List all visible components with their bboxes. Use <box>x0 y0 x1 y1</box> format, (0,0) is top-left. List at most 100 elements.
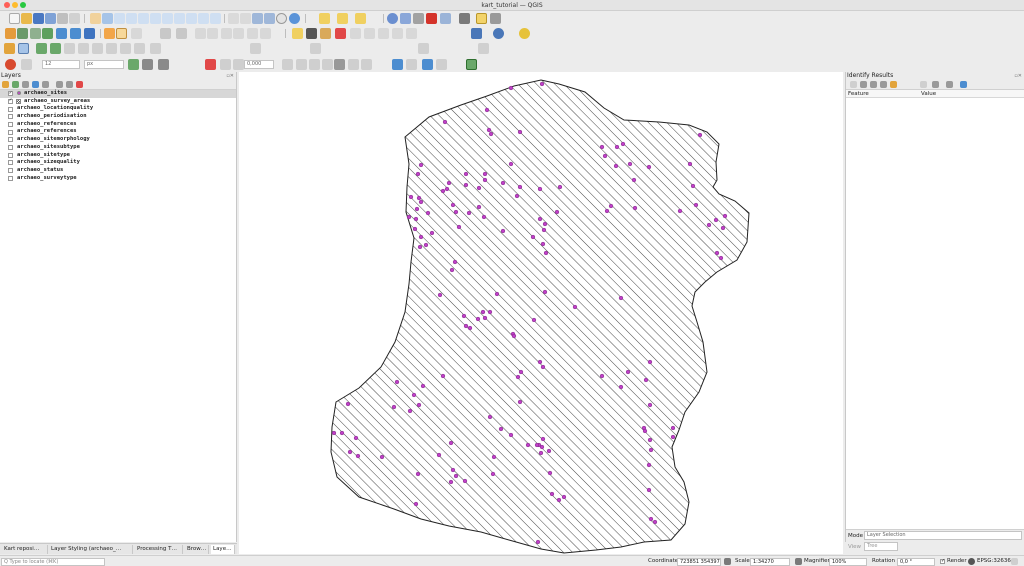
processing-toolbox-icon[interactable] <box>413 13 424 24</box>
lock-scale-icon[interactable] <box>795 558 802 565</box>
site-point[interactable] <box>542 221 548 227</box>
site-point[interactable] <box>418 234 424 240</box>
image-layer-icon[interactable] <box>466 59 477 70</box>
shape-digitize-icon[interactable] <box>310 43 321 54</box>
site-point[interactable] <box>461 313 467 319</box>
site-point[interactable] <box>647 437 653 443</box>
expand-all-icon[interactable] <box>56 81 63 88</box>
site-point[interactable] <box>530 234 536 240</box>
add-delimited-icon[interactable] <box>42 28 53 39</box>
layer-row[interactable]: archaeo_locationquality <box>0 105 236 113</box>
label-change-icon[interactable] <box>364 28 375 39</box>
print-response-icon[interactable] <box>920 81 927 88</box>
redo-icon[interactable] <box>260 28 271 39</box>
site-point[interactable] <box>627 161 633 167</box>
map-units-icon[interactable] <box>21 59 32 70</box>
site-point[interactable] <box>599 373 605 379</box>
gps-icon[interactable] <box>392 59 403 70</box>
temporal-controller-icon[interactable] <box>276 13 287 24</box>
label-show-icon[interactable] <box>392 28 403 39</box>
value-column-header[interactable]: Value <box>921 91 936 97</box>
site-point[interactable] <box>413 216 419 222</box>
edit-pencil-icon[interactable] <box>104 28 115 39</box>
label-move-icon[interactable] <box>350 28 361 39</box>
zoom-selection-icon[interactable] <box>162 13 173 24</box>
select-features-icon[interactable] <box>319 13 330 24</box>
feature-column-header[interactable]: Feature <box>848 91 869 97</box>
view-select[interactable]: Tree <box>864 542 898 551</box>
zoom-layer-icon[interactable] <box>174 13 185 24</box>
site-point[interactable] <box>714 250 720 256</box>
pin-labels-icon[interactable] <box>306 28 317 39</box>
site-point[interactable] <box>456 224 462 230</box>
site-point[interactable] <box>353 435 359 441</box>
site-point[interactable] <box>494 291 500 297</box>
map-svg[interactable] <box>239 72 843 554</box>
site-point[interactable] <box>531 317 537 323</box>
layer-row[interactable]: archaeo_sitemorphology <box>0 136 236 144</box>
site-point[interactable] <box>436 452 442 458</box>
save-project-icon[interactable] <box>33 13 44 24</box>
site-point[interactable] <box>613 163 619 169</box>
unit-select[interactable]: px <box>84 60 124 69</box>
vertex-tool-icon[interactable] <box>176 28 187 39</box>
add-ring-icon[interactable] <box>36 43 47 54</box>
site-point[interactable] <box>511 333 517 339</box>
add-wms-icon[interactable] <box>84 28 95 39</box>
site-point[interactable] <box>572 304 578 310</box>
mode-select[interactable]: Layer Selection <box>864 531 1022 540</box>
site-point[interactable] <box>631 177 637 183</box>
site-point[interactable] <box>561 494 567 500</box>
layer-visibility-checkbox[interactable] <box>8 145 13 150</box>
open-project-icon[interactable] <box>21 13 32 24</box>
add-spatialite-icon[interactable] <box>56 28 67 39</box>
site-point[interactable] <box>394 379 400 385</box>
reshape-icon[interactable] <box>64 43 75 54</box>
site-point[interactable] <box>484 107 490 113</box>
copy-feature-icon[interactable] <box>890 81 897 88</box>
layer-row[interactable]: archaeo_periodisation <box>0 113 236 121</box>
site-point[interactable] <box>476 185 482 191</box>
site-point[interactable] <box>463 182 469 188</box>
site-point[interactable] <box>412 226 418 232</box>
geometry-checker-icon[interactable] <box>422 59 433 70</box>
tab-layer-styling[interactable]: Layer Styling (archaeo_… <box>49 545 133 554</box>
site-point[interactable] <box>646 462 652 468</box>
advanced-digitize-icon[interactable] <box>142 59 153 70</box>
site-point[interactable] <box>450 202 456 208</box>
site-point[interactable] <box>437 292 443 298</box>
layout-manager-icon[interactable] <box>69 13 80 24</box>
site-point[interactable] <box>540 241 546 247</box>
site-point[interactable] <box>648 516 654 522</box>
digitize-line-icon[interactable] <box>4 43 15 54</box>
pan-hand-icon[interactable] <box>90 13 101 24</box>
help-icon[interactable] <box>493 28 504 39</box>
site-point[interactable] <box>480 309 486 315</box>
identify-mode-icon[interactable] <box>932 81 939 88</box>
attribute-table-open-icon[interactable] <box>440 13 451 24</box>
cut-features-icon[interactable] <box>207 28 218 39</box>
site-point[interactable] <box>463 323 469 329</box>
site-point[interactable] <box>429 230 435 236</box>
site-point[interactable] <box>448 440 454 446</box>
tab-layers[interactable]: Laye… <box>211 545 235 554</box>
scale-style-icon[interactable] <box>361 59 372 70</box>
new-map-view-icon[interactable] <box>228 13 239 24</box>
layer-visibility-checkbox[interactable] <box>8 129 13 135</box>
angle-icon[interactable] <box>220 59 231 70</box>
site-point[interactable] <box>413 501 419 507</box>
crs-button[interactable]: EPSG:32636 <box>977 558 1011 564</box>
topology-icon[interactable] <box>436 59 447 70</box>
site-point[interactable] <box>643 377 649 383</box>
site-point[interactable] <box>648 447 654 453</box>
settings-gear-icon[interactable] <box>490 13 501 24</box>
zoom-last-icon[interactable] <box>198 13 209 24</box>
site-point[interactable] <box>722 213 728 219</box>
layer-visibility-checkbox[interactable] <box>8 160 13 166</box>
site-point[interactable] <box>420 383 426 389</box>
layout-icon[interactable] <box>406 59 417 70</box>
site-point[interactable] <box>537 216 543 222</box>
data-source-manager-icon[interactable] <box>5 28 16 39</box>
site-point[interactable] <box>379 454 385 460</box>
angle-lock-icon[interactable] <box>233 59 244 70</box>
